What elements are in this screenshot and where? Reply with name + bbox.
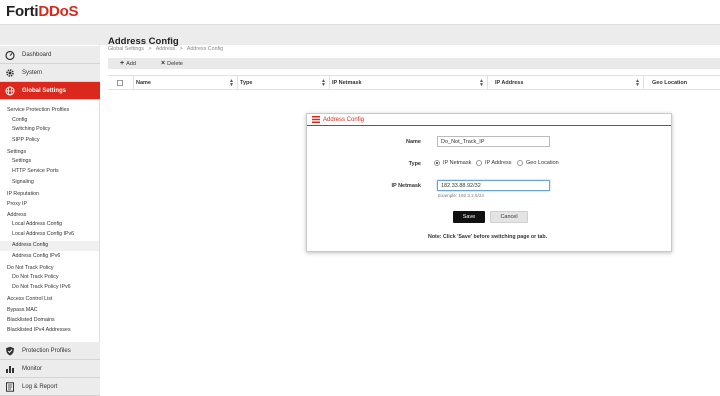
sidebar-item-protection-profiles[interactable]: Protection Profiles [0,342,100,360]
shield-icon [5,346,15,356]
dashboard-icon [5,50,15,60]
tree-item-do-not-track-policy[interactable]: Do Not Track Policy [12,274,59,280]
add-label: Add [126,60,136,67]
close-icon: × [161,60,166,67]
delete-button[interactable]: × Delete [161,59,183,68]
column-header-geo-location[interactable]: Geo Location [644,76,720,90]
column-label: Geo Location [652,80,688,86]
breadcrumb-separator: > [148,46,152,52]
ip-netmask-example: Example: 192.3.2.5/24 [438,193,484,198]
ip-netmask-field[interactable] [437,180,550,191]
tree-item-local-address-config[interactable]: Local Address Config [12,221,62,227]
radio-selected-icon [434,160,440,166]
radio-unselected-icon [517,160,523,166]
save-note: Note: Click 'Save' before switching page… [428,234,548,240]
column-label: Type [240,80,253,86]
chart-icon [5,364,15,374]
sidebar-item-monitor[interactable]: Monitor [0,360,100,378]
tree-group-do-not-track-policy[interactable]: Do Not Track Policy [7,265,54,271]
logo-prefix: Forti [6,3,39,20]
tree-item-switching-policy[interactable]: Switching Policy [12,126,50,132]
ip-netmask-label: IP Netmask [391,183,421,189]
tree-item-config[interactable]: Config [12,117,27,123]
sort-icon: ▲ ▼ [479,78,484,88]
gear-icon [5,68,15,78]
tree-group-blacklisted-domains[interactable]: Blacklisted Domains [7,317,55,323]
sort-icon: ▲ ▼ [321,78,326,88]
sidebar-item-system[interactable]: System [0,64,100,82]
type-radio-ip-address[interactable]: IP Address [476,160,512,166]
sidebar-item-label: Protection Profiles [22,347,71,354]
sidebar-item-label: System [22,69,43,76]
toolbar: + Add × Delete [108,58,720,69]
globe-icon [5,86,15,96]
dialog-title: Address Config [323,116,365,123]
tree-item-signaling[interactable]: Signaling [12,179,34,185]
type-label: Type [408,161,421,167]
sidebar-item-label: Monitor [22,365,43,372]
tree-group-service-protection-profiles[interactable]: Service Protection Profiles [7,107,69,113]
sidebar-item-label: Log & Report [22,383,58,390]
radio-label: IP Netmask [443,160,472,166]
address-config-dialog: Address Config Name Type IP Netmask IP A… [306,113,672,252]
sidebar-item-global-settings[interactable]: Global Settings [0,82,100,100]
list-icon [312,116,320,123]
tree-group-settings[interactable]: Settings [7,149,26,155]
report-icon [5,381,15,392]
column-header-ip-address[interactable]: IP Address ▲ ▼ [488,76,644,90]
app-logo[interactable]: FortiDDoS [6,3,79,20]
sort-icon: ▲ ▼ [229,78,234,88]
tree-item-do-not-track-policy-ipv6[interactable]: Do Not Track Policy IPv6 [12,284,71,290]
tree-group-blacklisted-ipv4[interactable]: Blacklisted IPv4 Addresses [7,327,71,333]
breadcrumb: Global Settings > Address > Address Conf… [108,46,226,52]
dialog-header: Address Config [307,114,671,126]
sidebar-item-log-report[interactable]: Log & Report [0,378,100,396]
breadcrumb-separator: > [179,46,183,52]
name-label: Name [406,139,421,145]
column-label: Name [136,80,151,86]
tree-item-sipp-policy[interactable]: SIPP Policy [12,137,40,143]
tree-group-ip-reputation[interactable]: IP Reputation [7,191,39,197]
plus-icon: + [120,60,125,67]
select-all-checkbox[interactable] [117,80,123,86]
sort-icon: ▲ ▼ [635,78,640,88]
sidebar-item-label: Global Settings [22,87,67,94]
tree-group-access-control-list[interactable]: Access Control List [7,296,52,302]
tree-item-http-service-ports[interactable]: HTTP Service Ports [12,168,59,174]
column-header-ip-netmask[interactable]: IP Netmask ▲ ▼ [330,76,488,90]
save-button[interactable]: Save [453,211,485,223]
column-header-type[interactable]: Type ▲ ▼ [238,76,330,90]
breadcrumb-item-address-config: Address Config [186,46,224,52]
sidebar-item-dashboard[interactable]: Dashboard [0,46,100,64]
type-radio-ip-netmask[interactable]: IP Netmask [434,160,471,166]
top-bar: FortiDDoS [0,0,720,25]
breadcrumb-item-address[interactable]: Address [156,46,175,52]
tree-group-bypass-mac[interactable]: Bypass MAC [7,307,38,313]
logo-suffix: DDoS [38,3,79,20]
tree-item-local-address-config-ipv6[interactable]: Local Address Config IPv6 [12,231,74,237]
tree-group-proxy-ip[interactable]: Proxy IP [7,201,27,207]
radio-unselected-icon [476,160,482,166]
tree-item-address-config-ipv6[interactable]: Address Config IPv6 [12,253,60,259]
radio-label: Geo Location [526,160,559,166]
column-label: IP Netmask [332,80,362,86]
tree-item-settings[interactable]: Settings [12,158,31,164]
sidebar-item-label: Dashboard [22,51,52,58]
add-button[interactable]: + Add [120,59,136,68]
column-label: IP Address [495,80,524,86]
radio-label: IP Address [485,160,512,166]
sidebar: Dashboard System Global Settings Service… [0,45,100,396]
column-header-name[interactable]: Name ▲ ▼ [134,76,238,90]
tree-item-address-config[interactable]: Address Config [12,242,48,248]
type-radio-geo-location[interactable]: Geo Location [517,160,559,166]
tree-group-address[interactable]: Address [7,212,26,218]
cancel-button[interactable]: Cancel [490,211,528,223]
table-header: Name ▲ ▼ Type ▲ ▼ IP Netmask ▲ ▼ IP Address… [108,75,720,90]
name-field[interactable] [437,136,550,147]
select-all-cell [108,76,134,90]
delete-label: Delete [167,60,183,67]
breadcrumb-item-global-settings[interactable]: Global Settings [108,46,144,52]
